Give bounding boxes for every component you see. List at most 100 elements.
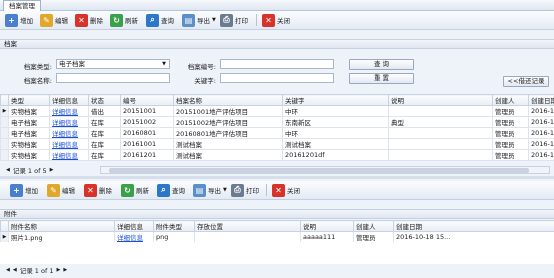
row-indicator-header: [0, 94, 9, 106]
cell-created-date: 2016-1: [528, 105, 554, 117]
delete-label: 删除: [99, 187, 112, 195]
export-button[interactable]: ▤ 导出 ▼: [193, 183, 227, 197]
cell-creator: 管理员: [492, 149, 529, 161]
cell-created-date: 2016-10-18 15...: [393, 231, 554, 243]
details-link[interactable]: 详细信息: [49, 116, 89, 128]
table-row[interactable]: 实物档案 详细信息 在库 20161001 测试档案 测试档案 管理员 2016…: [0, 138, 554, 150]
first-page-icon[interactable]: ◀: [6, 167, 10, 173]
type-select[interactable]: 电子档案 ▼: [56, 59, 170, 69]
edit-icon: ✎: [47, 183, 60, 197]
print-button[interactable]: ⎙ 打印: [231, 183, 259, 197]
pager-top: ◀ 记录 1 of 5 ▶: [0, 165, 106, 175]
cell-description: [388, 105, 493, 117]
edit-label: 编辑: [62, 187, 75, 195]
cell-name: 20160801地产评估项目: [173, 127, 283, 139]
cell-description: aaaaa111: [300, 231, 354, 243]
table-row[interactable]: 电子档案 详细信息 在库 20160801 20160801地产评估项目 中环 …: [0, 127, 554, 139]
column-header[interactable]: 详细信息: [114, 220, 154, 232]
column-header[interactable]: 附件名称: [8, 220, 115, 232]
number-input[interactable]: [220, 59, 334, 69]
query-button[interactable]: ⌕ 查询: [146, 13, 174, 27]
table-row[interactable]: 实物档案 详细信息 在库 20161201 测试档案 20161201df 管理…: [0, 149, 554, 161]
column-header[interactable]: 类型: [8, 94, 50, 106]
column-header[interactable]: 详细信息: [49, 94, 89, 106]
add-button[interactable]: + 增加: [5, 13, 33, 27]
column-header[interactable]: 状态: [88, 94, 121, 106]
query-button[interactable]: ⌕ 查询: [157, 183, 185, 197]
column-header[interactable]: 创建人: [353, 220, 394, 232]
print-button[interactable]: ⎙ 打印: [220, 13, 248, 27]
close-button[interactable]: ✕ 关闭: [272, 183, 300, 197]
details-link[interactable]: 详细信息: [49, 149, 89, 161]
column-header[interactable]: 关键字: [282, 94, 389, 106]
column-header[interactable]: 编号: [120, 94, 174, 106]
selected-row-icon: ▶: [0, 105, 9, 117]
cell-status: 在库: [88, 138, 121, 150]
column-header[interactable]: 创建人: [492, 94, 529, 106]
details-link[interactable]: 详细信息: [49, 105, 89, 117]
toolbar-bottom: + 增加 ✎ 编辑 ✕ 删除 ↻ 刷新 ⌕ 查询 ▤ 导出 ▼ ⎙ 打印 ✕ 关…: [0, 181, 554, 200]
attachment-table: 附件名称 详细信息 附件类型 存放位置 说明 创建人 创建日期 ▶ 照片1.pn…: [0, 220, 554, 243]
cell-name: 测试档案: [173, 138, 283, 150]
row-indicator: [0, 149, 9, 161]
scrollbar-thumb[interactable]: [109, 168, 529, 173]
refresh-button[interactable]: ↻ 刷新: [121, 183, 149, 197]
edit-button[interactable]: ✎ 编辑: [40, 13, 68, 27]
cell-keyword: 中环: [282, 105, 389, 117]
chevron-down-icon: ▼: [162, 61, 166, 67]
archive-table: 类型 详细信息 状态 编号 档案名称 关键字 说明 创建人 创建日期 ▶ 实物档…: [0, 94, 554, 161]
refresh-label: 刷新: [136, 187, 149, 195]
next-page-icon[interactable]: ▶: [56, 267, 60, 273]
splitter[interactable]: [0, 176, 554, 179]
window-titlebar: 档案管理: [0, 0, 554, 11]
column-header[interactable]: 创建日期: [393, 220, 554, 232]
column-header[interactable]: 说明: [388, 94, 493, 106]
borrow-records-button[interactable]: <<借还记录: [503, 76, 549, 87]
name-label: 档案名称:: [23, 77, 52, 85]
column-header[interactable]: 说明: [300, 220, 354, 232]
first-page-icon[interactable]: ◀: [6, 267, 10, 273]
previous-page-icon[interactable]: ◀: [13, 267, 17, 273]
chevron-down-icon: ▼: [212, 17, 216, 23]
keyword-input[interactable]: [220, 73, 334, 83]
row-indicator: [0, 138, 9, 150]
delete-button[interactable]: ✕ 删除: [84, 183, 112, 197]
export-button[interactable]: ▤ 导出 ▼: [182, 13, 216, 27]
close-label: 关闭: [277, 17, 290, 25]
edit-button[interactable]: ✎ 编辑: [47, 183, 75, 197]
query-button[interactable]: 查 询: [349, 59, 414, 70]
cell-description: [388, 127, 493, 139]
toolbar-divider: [256, 14, 257, 26]
column-header[interactable]: 创建日期: [528, 94, 554, 106]
name-input[interactable]: [56, 73, 170, 83]
table-row[interactable]: ▶ 照片1.png 详细信息 png aaaaa111 管理员 2016-10-…: [0, 231, 554, 243]
horizontal-scrollbar[interactable]: [100, 166, 550, 174]
add-label: 增加: [25, 187, 38, 195]
reset-button[interactable]: 重 置: [349, 73, 414, 84]
table-row[interactable]: ▶ 实物档案 详细信息 借出 20151001 20151001地产评估项目 中…: [0, 105, 554, 117]
cell-description: [388, 149, 493, 161]
add-button[interactable]: + 增加: [10, 183, 38, 197]
refresh-button[interactable]: ↻ 刷新: [110, 13, 138, 27]
table-row[interactable]: 电子档案 详细信息 在库 20151002 20151002地产评估项目 东南新…: [0, 116, 554, 128]
cell-description: 典型: [388, 116, 493, 128]
cell-keyword: 测试档案: [282, 138, 389, 150]
pager-status: 记录 1 of 5: [12, 167, 47, 175]
cell-status: 借出: [88, 105, 121, 117]
query-label: 查询: [161, 17, 174, 25]
details-link[interactable]: 详细信息: [49, 127, 89, 139]
column-header[interactable]: 附件类型: [153, 220, 195, 232]
column-header[interactable]: 存放位置: [194, 220, 301, 232]
details-link[interactable]: 详细信息: [49, 138, 89, 150]
details-link[interactable]: 详细信息: [114, 231, 154, 243]
search-icon: ⌕: [146, 13, 159, 27]
delete-button[interactable]: ✕ 删除: [75, 13, 103, 27]
cell-creator: 管理员: [492, 116, 529, 128]
keyword-label: 关键字:: [194, 77, 216, 85]
print-icon: ⎙: [220, 13, 233, 27]
last-page-icon[interactable]: ▶: [63, 267, 67, 273]
next-page-icon[interactable]: ▶: [50, 167, 54, 173]
tab-archive-management[interactable]: 档案管理: [3, 0, 41, 11]
close-button[interactable]: ✕ 关闭: [262, 13, 290, 27]
column-header[interactable]: 档案名称: [173, 94, 283, 106]
